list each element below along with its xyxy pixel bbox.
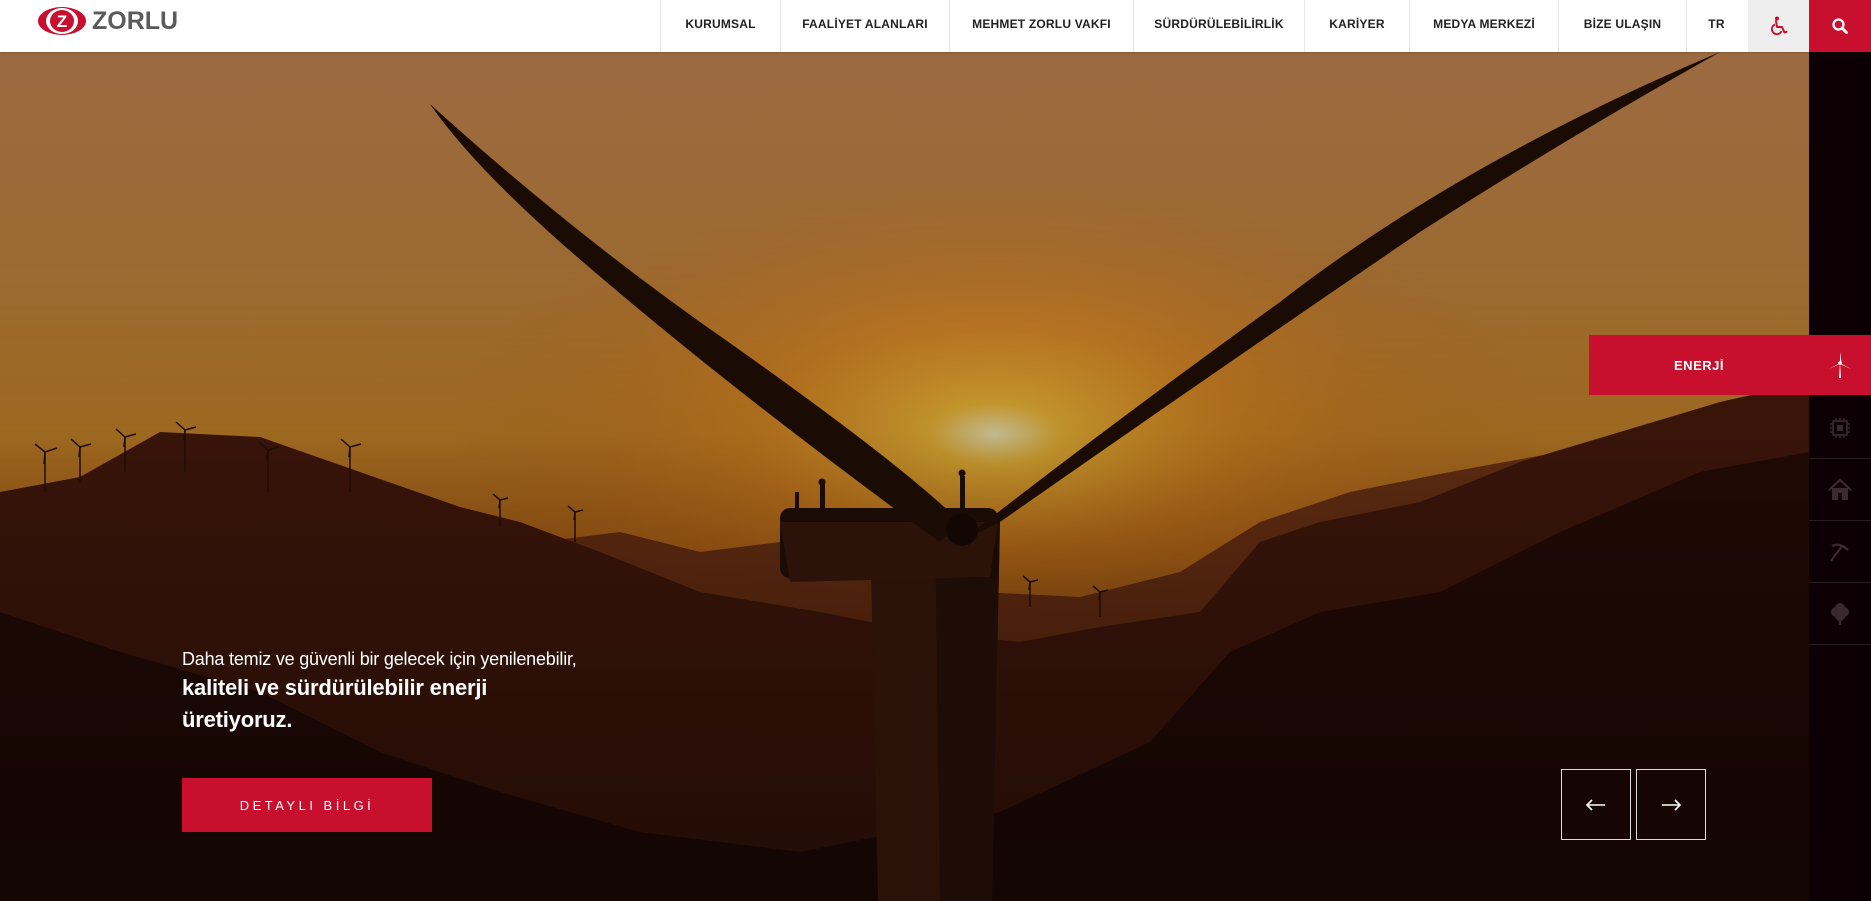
zorlu-logo-mark-icon: Z — [38, 7, 86, 35]
prev-slide-button[interactable] — [1561, 769, 1631, 840]
hero-background-image — [0, 52, 1809, 901]
search-icon — [1832, 18, 1848, 34]
brand-name: ZORLU — [92, 6, 179, 35]
sector-textile[interactable] — [1809, 583, 1871, 645]
home-icon — [1828, 478, 1852, 500]
main-nav: KURUMSAL FAALİYET ALANLARI MEHMET ZORLU … — [660, 0, 1746, 52]
hero-line-2: kaliteli ve sürdürülebilir enerji — [182, 675, 488, 700]
site-header: Z ZORLU KURUMSAL FAALİYET ALANLARI MEHME… — [0, 0, 1871, 52]
sector-sidebar — [1809, 52, 1871, 901]
logo-mark-letter: Z — [57, 12, 67, 31]
hero-slider: Daha temiz ve güvenli bir gelecek için y… — [0, 52, 1809, 901]
chip-icon — [1830, 417, 1850, 438]
search-button[interactable] — [1809, 0, 1871, 52]
nav-item-surdurulebilirlik[interactable]: SÜRDÜRÜLEBİLİRLİK — [1133, 0, 1304, 52]
sector-technology[interactable] — [1809, 397, 1871, 459]
next-slide-button[interactable] — [1636, 769, 1706, 840]
sector-tab-enerji-label: ENERJİ — [1674, 357, 1724, 373]
nav-item-bize-ulasin[interactable]: BİZE ULAŞIN — [1558, 0, 1686, 52]
hero-text: Daha temiz ve güvenli bir gelecek için y… — [182, 646, 612, 736]
pickaxe-icon — [1830, 542, 1849, 562]
sector-tab-enerji[interactable]: ENERJİ — [1589, 335, 1871, 395]
accessibility-button[interactable] — [1748, 0, 1809, 52]
cotton-icon — [1831, 602, 1849, 625]
hero-line-3: üretiyoruz. — [182, 707, 293, 732]
wind-turbine-icon — [1809, 335, 1871, 395]
nav-item-kurumsal[interactable]: KURUMSAL — [660, 0, 780, 52]
language-switch[interactable]: TR — [1686, 0, 1746, 52]
nav-item-kariyer[interactable]: KARİYER — [1304, 0, 1409, 52]
arrow-right-icon — [1662, 798, 1681, 811]
nav-item-mehmet-zorlu-vakfi[interactable]: MEHMET ZORLU VAKFI — [949, 0, 1133, 52]
nav-item-faaliyet-alanlari[interactable]: FAALİYET ALANLARI — [780, 0, 949, 52]
sector-real-estate[interactable] — [1809, 459, 1871, 521]
wheelchair-icon — [1770, 16, 1787, 36]
hero-line-1: Daha temiz ve güvenli bir gelecek için y… — [182, 649, 577, 669]
zorlu-logo[interactable]: Z ZORLU — [36, 4, 178, 38]
nav-item-medya-merkezi[interactable]: MEDYA MERKEZİ — [1409, 0, 1558, 52]
detayli-bilgi-button[interactable]: DETAYLI BİLGİ — [182, 778, 432, 832]
sector-mining[interactable] — [1809, 521, 1871, 583]
arrow-left-icon — [1586, 798, 1605, 811]
